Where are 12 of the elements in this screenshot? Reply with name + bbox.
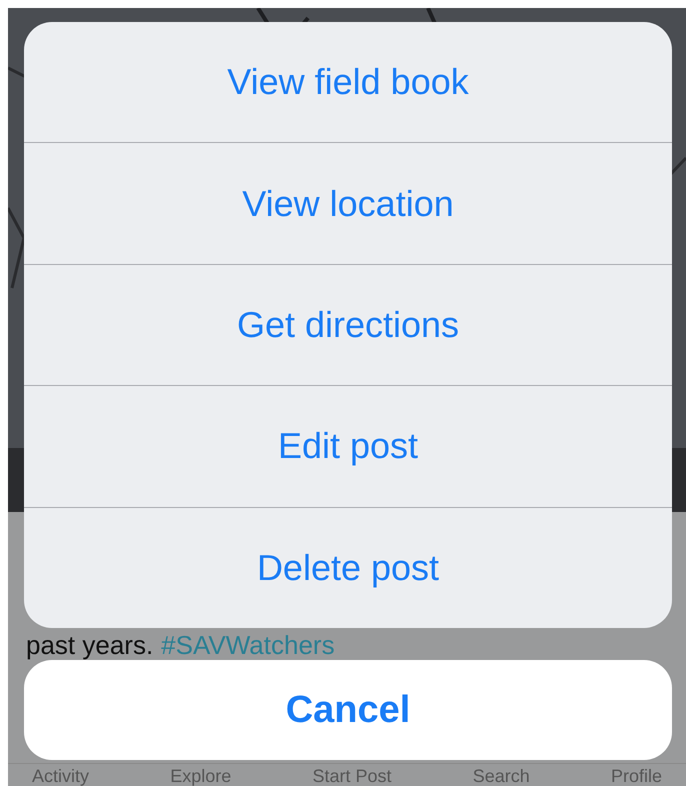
action-button[interactable]: View field book [24, 22, 672, 142]
action-button[interactable]: Get directions [24, 264, 672, 386]
cancel-button[interactable]: Cancel [24, 660, 672, 760]
tab-label[interactable]: Search [472, 766, 530, 786]
tab-label[interactable]: Start Post [312, 766, 392, 786]
tab-label[interactable]: Activity [32, 766, 90, 786]
action-button[interactable]: Delete post [24, 506, 672, 628]
post-caption: past years. [26, 630, 154, 661]
tab-label[interactable]: Profile [610, 766, 662, 786]
action-button[interactable]: View location [24, 142, 672, 264]
tab-label[interactable]: Explore [170, 766, 232, 786]
action-button[interactable]: Edit post [24, 385, 672, 507]
